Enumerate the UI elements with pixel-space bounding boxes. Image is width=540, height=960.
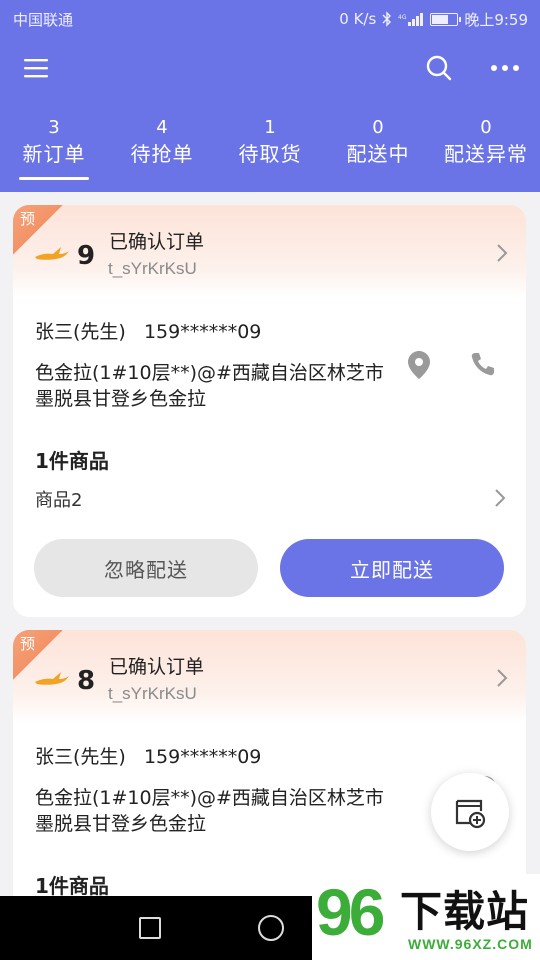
- preorder-badge-text: 预: [20, 635, 36, 653]
- delivery-address: 色金拉(1#10层**)@#西藏自治区林芝市墨脱县甘登乡色金拉: [35, 362, 384, 410]
- chevron-right-icon: [497, 244, 508, 262]
- order-card-header[interactable]: 预 9 已确认订单 t_sYrKrKsU: [13, 205, 526, 297]
- order-number: 9: [77, 241, 96, 271]
- order-card-header[interactable]: 预 8 已确认订单 t_sYrKrKsU: [13, 630, 526, 722]
- goods-name[interactable]: 商品2: [35, 486, 82, 512]
- svg-text:4G: 4G: [398, 14, 407, 21]
- customer-name: 张三(先生): [35, 746, 126, 768]
- tab-delivering[interactable]: 0 配送中: [324, 116, 432, 192]
- chevron-right-icon[interactable]: [494, 488, 506, 508]
- customer-phone: 159******09: [143, 321, 262, 343]
- clock: 晚上9:59: [464, 10, 528, 29]
- order-number: 8: [77, 666, 96, 696]
- tab-new-orders[interactable]: 3 新订单: [0, 116, 108, 192]
- delivery-address: 色金拉(1#10层**)@#西藏自治区林芝市墨脱县甘登乡色金拉: [35, 787, 384, 835]
- tab-delivery-exception[interactable]: 0 配送异常: [432, 116, 540, 192]
- location-icon[interactable]: [408, 351, 430, 379]
- watermark-number: 96: [316, 875, 385, 949]
- watermark-url: WWW.96XZ.COM: [408, 936, 533, 952]
- menu-button[interactable]: [24, 58, 48, 78]
- customer-phone: 159******09: [143, 746, 262, 768]
- tab-label: 新订单: [22, 142, 86, 166]
- tab-label: 待抢单: [130, 142, 194, 166]
- order-card[interactable]: 预 9 已确认订单 t_sYrKrKsU 张三(先生) 159******09 …: [13, 205, 526, 617]
- more-button[interactable]: [490, 64, 520, 72]
- bird-icon: [35, 672, 69, 685]
- order-tabs: 3 新订单 4 待抢单 1 待取货 0 配送中 0 配送异常: [0, 116, 540, 192]
- app-header: 中国联通 0 K/s 4G 晚上9:59 3 新订单 4 待抢单 1 待取货 0…: [0, 0, 540, 192]
- order-status: 已确认订单: [109, 656, 205, 678]
- order-code: t_sYrKrKsU: [108, 684, 197, 703]
- tab-count: 1: [264, 117, 276, 138]
- toolbar: [0, 38, 540, 98]
- signal-icon: 4G: [398, 13, 424, 26]
- search-button[interactable]: [426, 55, 452, 81]
- customer-info: 张三(先生) 159******09: [35, 742, 261, 769]
- preorder-badge-text: 预: [20, 210, 36, 228]
- carrier-label: 中国联通: [13, 10, 74, 29]
- goods-count: 1件商品: [35, 449, 109, 473]
- battery-icon: [430, 12, 462, 26]
- add-order-icon: [455, 799, 486, 829]
- tab-label: 配送中: [346, 142, 410, 166]
- status-bar: 中国联通 0 K/s 4G 晚上9:59: [0, 0, 540, 38]
- ignore-delivery-button[interactable]: 忽略配送: [34, 539, 258, 597]
- customer-name: 张三(先生): [35, 321, 126, 343]
- goods-count: 1件商品: [35, 874, 109, 898]
- tab-label: 待取货: [238, 142, 302, 166]
- deliver-now-button[interactable]: 立即配送: [280, 539, 504, 597]
- add-order-fab[interactable]: [431, 773, 509, 851]
- menu-icon: [24, 59, 48, 78]
- tab-count: 4: [156, 117, 168, 138]
- order-code: t_sYrKrKsU: [108, 259, 197, 278]
- tab-pending-pickup[interactable]: 1 待取货: [216, 116, 324, 192]
- tab-pending-grab[interactable]: 4 待抢单: [108, 116, 216, 192]
- network-speed: 0 K/s: [339, 10, 377, 28]
- search-icon: [426, 55, 452, 81]
- customer-info: 张三(先生) 159******09: [35, 317, 261, 344]
- order-status: 已确认订单: [109, 231, 205, 253]
- tab-label: 配送异常: [444, 142, 528, 166]
- tab-count: 0: [480, 117, 492, 138]
- tab-count: 0: [372, 117, 384, 138]
- bird-icon: [35, 247, 69, 260]
- home-button[interactable]: [258, 915, 284, 941]
- watermark-title: 下载站: [400, 887, 530, 936]
- chevron-right-icon: [497, 669, 508, 687]
- more-icon: [491, 65, 519, 71]
- watermark-logo: 96 下载站 WWW.96XZ.COM: [312, 874, 540, 960]
- bluetooth-icon: [382, 11, 392, 27]
- tab-count: 3: [48, 117, 60, 138]
- recent-apps-button[interactable]: [139, 917, 161, 939]
- phone-icon[interactable]: [470, 351, 496, 377]
